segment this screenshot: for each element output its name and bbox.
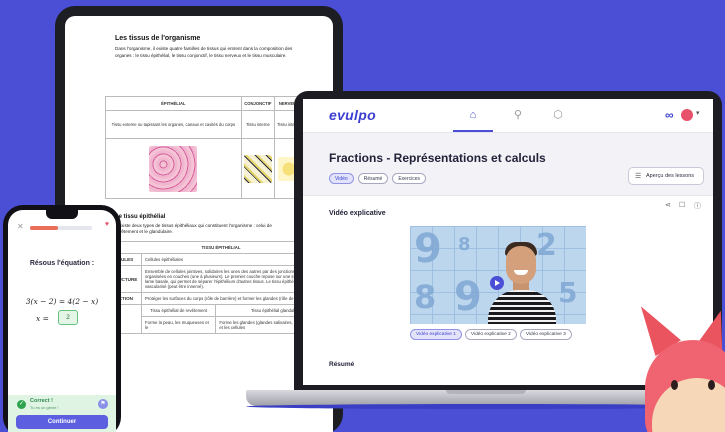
answer-input[interactable]: 2 (58, 310, 78, 325)
phone-notch (46, 210, 78, 219)
feedback-title: Correct ! (30, 398, 53, 404)
video-chip[interactable]: Vidéo explicative 3 (519, 329, 572, 340)
share-icon[interactable]: ⋖ (665, 201, 671, 209)
tab-video[interactable]: Vidéo (329, 173, 354, 184)
mascot (708, 380, 715, 390)
check-icon: ✓ (17, 400, 26, 409)
section-text: Il existe deux types de tissus épithélia… (115, 222, 272, 235)
box-icon[interactable]: ⬡ (551, 108, 565, 122)
video-selector: Vidéo explicative 1 Vidéo explicative 2 … (410, 329, 572, 340)
info-icon[interactable]: ⓘ (694, 201, 701, 211)
video-decoration: 8 (458, 234, 471, 255)
tab-resume[interactable]: Résumé (357, 173, 389, 184)
section-title: Le tissu épithélial (115, 214, 166, 220)
phone-device: ✕ ♥ Résous l'équation : 3(x − 2) = 4(2 −… (3, 205, 121, 432)
epithelial-section: Le tissu épithélial Il existe deux types… (115, 213, 295, 236)
flag-icon[interactable]: ⚑ (98, 399, 108, 409)
comment-icon[interactable]: ☐ (679, 201, 685, 209)
document-title: Les tissus de l'organisme (115, 35, 201, 42)
phone-screen: ✕ ♥ Résous l'équation : 3(x − 2) = 4(2 −… (8, 210, 116, 432)
video-decoration: 5 (558, 276, 578, 309)
video-card: ⋖ ☐ ⓘ Vidéo explicative 9 8 2 8 9 5 Vidé… (303, 196, 713, 385)
equation: 3(x − 2) = 4(2 − x) (25, 297, 99, 306)
play-icon[interactable] (490, 276, 504, 290)
table-cell: Tissu externe ou tapissant les organes, … (105, 110, 242, 139)
list-icon: ☰ (635, 173, 642, 180)
video-decoration: 8 (414, 278, 437, 316)
avatar[interactable] (681, 109, 693, 121)
video-decoration: 9 (414, 226, 442, 272)
continue-button[interactable]: Continuer (16, 415, 108, 429)
page-title: Fractions - Représentations et calculs (329, 151, 546, 165)
epithelial-tissue-image (149, 145, 198, 192)
table-cell (240, 138, 276, 199)
summary-title: Résumé (329, 361, 355, 368)
heart-icon: ♥ (104, 221, 109, 228)
infinity-icon[interactable]: ∞ (665, 108, 674, 122)
evulpo-logo[interactable]: evulpo (329, 107, 376, 123)
section-title: Vidéo explicative (329, 210, 386, 217)
video-player[interactable]: 9 8 2 8 9 5 (410, 226, 586, 324)
video-chip[interactable]: Vidéo explicative 2 (464, 329, 517, 340)
document-intro-text: Dans l'organisme, il existe quatre famil… (115, 46, 293, 58)
video-decoration: 9 (454, 274, 482, 320)
table-cell (105, 138, 242, 199)
table-header: ÉPITHÉLIAL (105, 96, 242, 111)
top-navbar: evulpo ⌂ ⚲ ⬡ ∞ ▾ (303, 99, 713, 133)
content-tabs: Vidéo Résumé Exercices (329, 173, 427, 184)
answer-label: x = (36, 314, 49, 323)
video-decoration: 2 (536, 228, 557, 263)
type-col: Tissu épithélial de revêtement (140, 304, 217, 317)
mascot (671, 380, 678, 390)
lessons-overview-button[interactable]: ☰ Aperçu des lessons (628, 167, 704, 185)
search-icon[interactable]: ⚲ (511, 108, 525, 122)
chevron-down-icon[interactable]: ▾ (696, 109, 700, 117)
connective-tissue-image (243, 154, 272, 183)
presenter (506, 246, 536, 284)
close-icon[interactable]: ✕ (17, 222, 24, 231)
document-intro: Les tissus de l'organisme Dans l'organis… (115, 34, 295, 59)
progress-fill (30, 226, 58, 230)
feedback-subtitle: Tu es un génie ! (30, 405, 59, 410)
lessons-overview-label: Aperçu des lessons (646, 173, 694, 179)
table-header: CONJONCTIF (240, 96, 276, 111)
tab-exercises[interactable]: Exercices (392, 173, 427, 184)
laptop-notch (446, 390, 526, 394)
exercise-title: Résous l'équation : (29, 260, 95, 267)
home-icon[interactable]: ⌂ (466, 108, 480, 122)
exercise-progress-bar (30, 226, 92, 230)
type-value: Forme la peau, les muqueuses et le (140, 316, 217, 334)
feedback-panel: ✓ Correct ! Tu es un génie ! ⚑ Continuer (8, 395, 116, 432)
active-nav-indicator (453, 130, 493, 132)
video-chip[interactable]: Vidéo explicative 1 (410, 329, 462, 340)
table-cell: Tissu interne (240, 110, 276, 139)
